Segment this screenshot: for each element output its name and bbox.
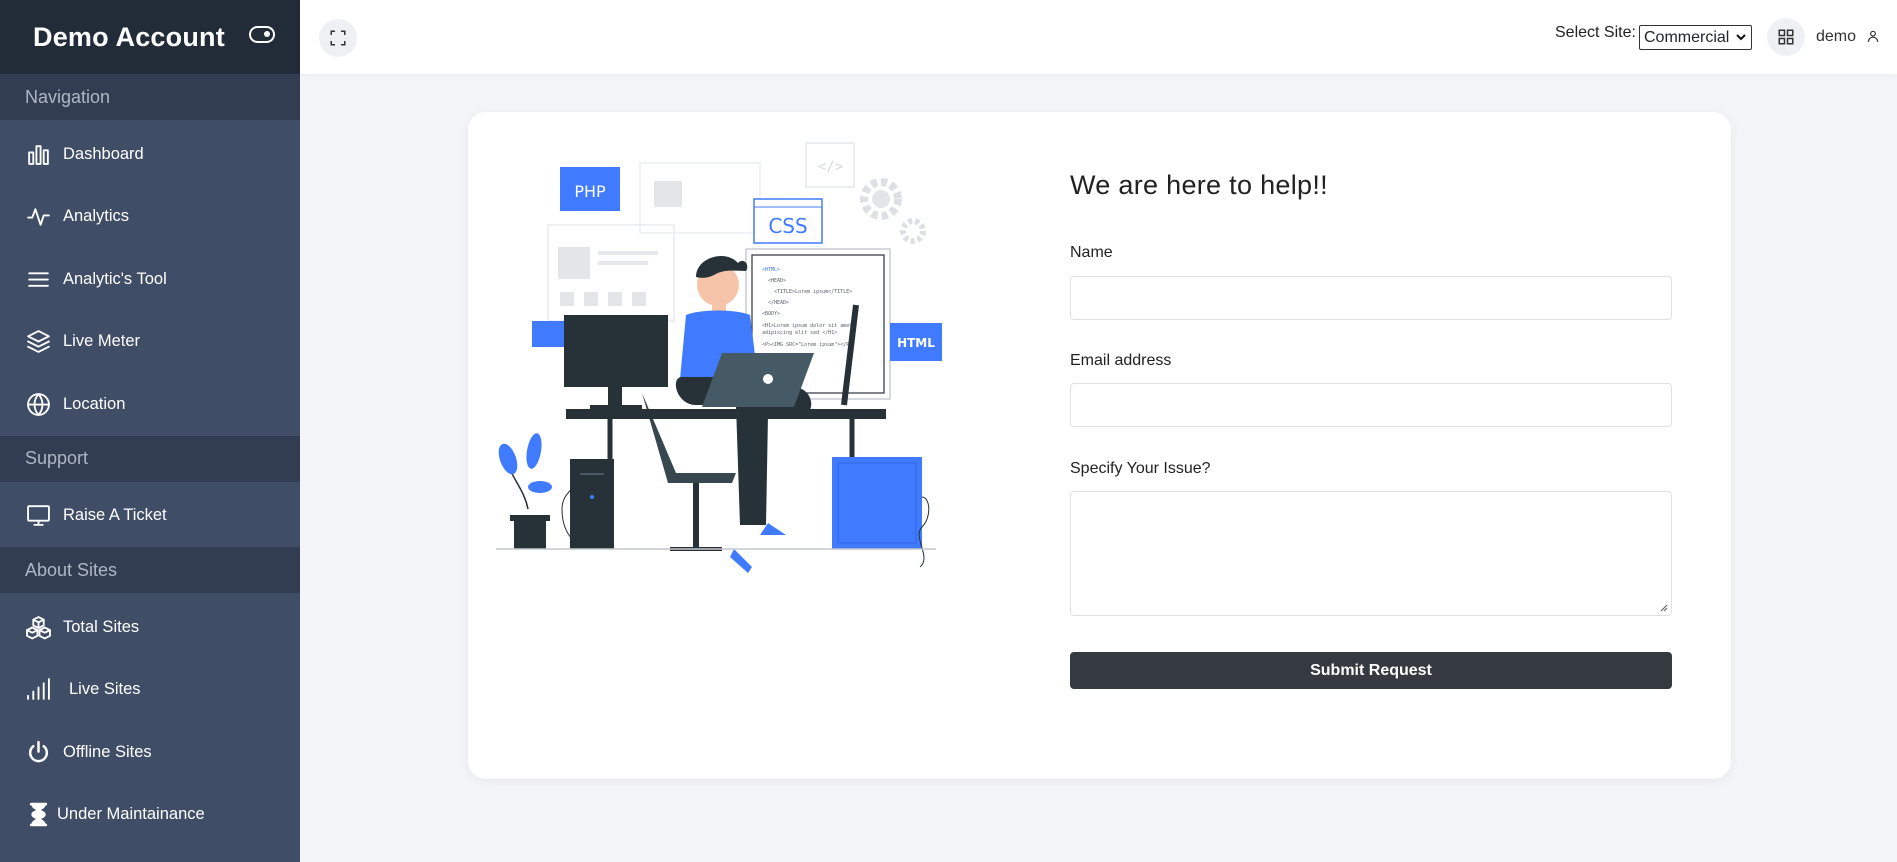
signal-icon xyxy=(25,677,51,703)
name-label: Name xyxy=(1070,244,1113,261)
form-title: We are here to help!! xyxy=(1070,170,1328,200)
apps-button[interactable] xyxy=(1767,18,1805,56)
select-site-label: Select Site: xyxy=(1555,24,1636,41)
nav-group-navigation: Dashboard Analytics Analytic's Tool Live… xyxy=(0,120,300,436)
site-select-value: Commercial xyxy=(1644,28,1730,46)
name-field[interactable] xyxy=(1070,276,1672,320)
resize-handle-icon[interactable] xyxy=(1660,604,1668,612)
activity-icon xyxy=(25,204,51,230)
svg-text:<HTML>: <HTML> xyxy=(762,267,780,273)
maximize-icon xyxy=(330,30,346,46)
top-header: Select Site: Commercial demo xyxy=(300,0,1897,74)
issue-textarea-wrapper xyxy=(1070,491,1672,616)
sidebar-item-label: Under Maintainance xyxy=(57,805,205,824)
svg-text:<P><IMG SRC="Lorem ipsum"></P>: <P><IMG SRC="Lorem ipsum"></P> xyxy=(762,342,852,348)
sidebar-item-location[interactable]: Location xyxy=(0,373,300,436)
sidebar-item-dashboard[interactable]: Dashboard xyxy=(0,123,300,186)
svg-text:<BODY>: <BODY> xyxy=(762,311,780,317)
svg-text:<TITLE>Lorem ipsum</TITLE>: <TITLE>Lorem ipsum</TITLE> xyxy=(774,289,852,295)
svg-text:<HEAD>: <HEAD> xyxy=(768,278,786,284)
chevron-down-icon xyxy=(1736,34,1746,41)
developer-illustration: </> PHP CSS <HTML> <HEAD> <TITLE>Lorem i… xyxy=(496,142,942,573)
email-label: Email address xyxy=(1070,352,1172,369)
issue-textarea[interactable] xyxy=(1070,491,1672,616)
menu-icon xyxy=(25,266,51,292)
sidebar-item-label: Total Sites xyxy=(63,617,140,636)
monitor-icon xyxy=(25,503,51,529)
nav-caption-support: Support xyxy=(0,435,300,482)
sidebar-item-analytics[interactable]: Analytics xyxy=(0,186,300,249)
css-badge-label: CSS xyxy=(768,214,807,238)
issue-label: Specify Your Issue? xyxy=(1070,460,1211,477)
email-field[interactable] xyxy=(1070,383,1672,427)
svg-text:</HEAD>: </HEAD> xyxy=(768,300,789,306)
brand-header: Demo Account xyxy=(0,0,300,74)
nav-group-about-sites: Total Sites Live Sites Offline Sites Und… xyxy=(0,593,300,846)
php-badge-label: PHP xyxy=(574,182,606,201)
svg-text:</>: </> xyxy=(818,159,843,175)
svg-text:<H1>Lorem ipsum dolor sit amet: <H1>Lorem ipsum dolor sit amet xyxy=(762,323,852,329)
sidebar-item-label: Offline Sites xyxy=(63,742,152,761)
globe-icon xyxy=(25,391,51,417)
nav-caption-about-sites: About Sites xyxy=(0,547,300,593)
user-name[interactable]: demo xyxy=(1816,28,1856,46)
svg-text:adipiscing elit sed </H1>: adipiscing elit sed </H1> xyxy=(762,330,837,336)
bar-chart-icon xyxy=(25,141,51,167)
sidebar-item-analytics-tool[interactable]: Analytic's Tool xyxy=(0,248,300,311)
sidebar-toggle-icon[interactable] xyxy=(249,26,275,43)
hourglass-icon xyxy=(25,802,51,828)
nav-caption-navigation: Navigation xyxy=(0,74,300,120)
sidebar-item-total-sites[interactable]: Total Sites xyxy=(0,596,300,659)
grid-icon xyxy=(1778,29,1794,45)
sidebar-item-label: Live Sites xyxy=(69,680,141,699)
sidebar-item-label: Live Meter xyxy=(63,332,141,351)
user-icon[interactable] xyxy=(1866,29,1880,43)
sidebar-item-offline-sites[interactable]: Offline Sites xyxy=(0,721,300,784)
layers-icon xyxy=(25,329,51,355)
sidebar-item-live-sites[interactable]: Live Sites xyxy=(0,659,300,722)
sidebar-item-live-meter[interactable]: Live Meter xyxy=(0,311,300,374)
sidebar: Demo Account Navigation Dashboard Analyt… xyxy=(0,0,300,862)
cubes-icon xyxy=(25,614,51,640)
support-card: </> PHP CSS <HTML> <HEAD> <TITLE>Lorem i… xyxy=(468,112,1731,779)
power-icon xyxy=(25,739,51,765)
submit-request-button[interactable]: Submit Request xyxy=(1070,652,1672,689)
html-badge-label: HTML xyxy=(897,336,935,350)
site-select[interactable]: Commercial xyxy=(1639,25,1752,50)
sidebar-item-under-maintenance[interactable]: Under Maintainance xyxy=(0,784,300,847)
fullscreen-button[interactable] xyxy=(319,19,357,57)
nav-group-support: Raise A Ticket xyxy=(0,482,300,548)
sidebar-item-label: Raise A Ticket xyxy=(63,506,167,525)
brand-title: Demo Account xyxy=(33,21,225,52)
sidebar-item-raise-ticket[interactable]: Raise A Ticket xyxy=(0,485,300,548)
sidebar-item-label: Analytics xyxy=(63,207,130,226)
sidebar-item-label: Analytic's Tool xyxy=(63,269,167,288)
sidebar-item-label: Dashboard xyxy=(63,144,144,163)
sidebar-item-label: Location xyxy=(63,394,126,413)
